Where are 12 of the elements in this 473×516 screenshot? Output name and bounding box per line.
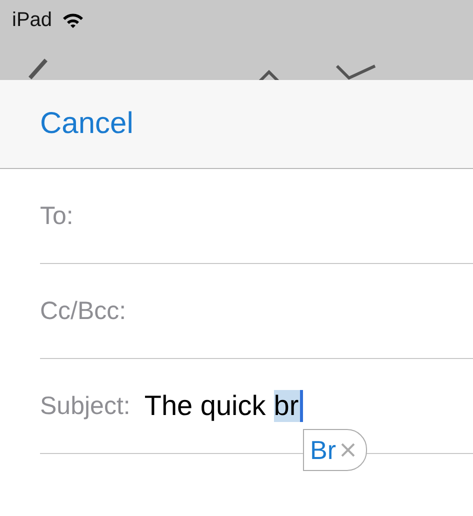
field-label: Subject: bbox=[40, 392, 130, 420]
field-label: Cc/Bcc: bbox=[40, 296, 126, 326]
subject-text[interactable]: The quick bbox=[144, 390, 266, 422]
suggestion-text: Br bbox=[310, 434, 336, 466]
wifi-icon bbox=[62, 12, 84, 28]
chevron-down-icon[interactable] bbox=[334, 62, 378, 82]
field-label: To: bbox=[40, 202, 74, 230]
cancel-button[interactable]: Cancel bbox=[40, 107, 134, 141]
marked-text[interactable]: br bbox=[274, 390, 303, 422]
pencil-icon[interactable] bbox=[26, 58, 48, 82]
device-name: iPad bbox=[12, 8, 52, 32]
autocorrect-suggestion[interactable]: Br bbox=[303, 429, 367, 471]
